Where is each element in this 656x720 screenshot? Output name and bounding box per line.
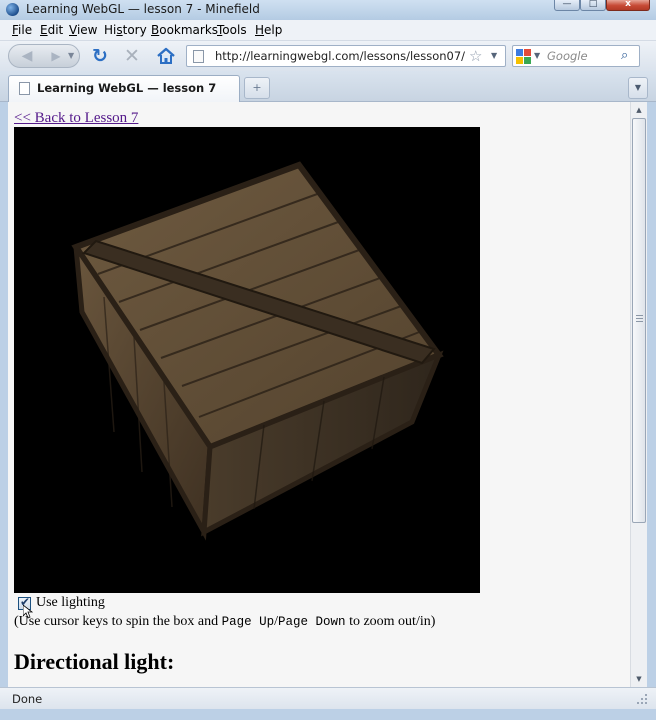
menu-bookmarks[interactable]: Bookmarks bbox=[151, 23, 218, 37]
firefox-globe-icon bbox=[6, 3, 19, 16]
menu-bar: File Edit View History Bookmarks Tools H… bbox=[0, 20, 656, 41]
menu-view[interactable]: View bbox=[69, 23, 97, 37]
title-bar: Learning WebGL — lesson 7 - Minefield — … bbox=[0, 0, 656, 20]
tab-label: Learning WebGL — lesson 7 bbox=[37, 81, 217, 95]
new-tab-button[interactable]: + bbox=[244, 77, 270, 99]
bookmark-star-icon[interactable]: ☆ bbox=[469, 47, 482, 65]
url-bar[interactable]: http://learningwebgl.com/lessons/lesson0… bbox=[186, 45, 506, 67]
history-dropdown-icon[interactable]: ▼ bbox=[68, 47, 78, 65]
search-magnifier-icon[interactable]: ⌕ bbox=[621, 48, 628, 63]
scroll-thumb[interactable] bbox=[632, 118, 646, 523]
vertical-scrollbar[interactable]: ▲ ▼ bbox=[630, 102, 647, 687]
scroll-up-button[interactable]: ▲ bbox=[631, 102, 647, 118]
back-button[interactable]: ◀ bbox=[11, 47, 43, 65]
resize-grip-icon[interactable] bbox=[636, 693, 648, 705]
minimize-button[interactable]: — bbox=[554, 0, 580, 11]
tab-learning-webgl[interactable]: Learning WebGL — lesson 7 bbox=[8, 75, 240, 102]
google-logo-icon bbox=[516, 49, 531, 64]
home-button[interactable] bbox=[156, 46, 176, 66]
navigation-toolbar: ◀ ▶ ▼ ↻ ✕ http://learningwebgl.com/lesso… bbox=[0, 41, 656, 71]
search-bar[interactable]: ▼ Google ⌕ bbox=[512, 45, 640, 67]
url-text[interactable]: http://learningwebgl.com/lessons/lesson0… bbox=[215, 49, 465, 63]
status-bar: Done bbox=[0, 687, 656, 709]
engine-dropdown-icon[interactable]: ▼ bbox=[534, 51, 540, 60]
back-to-lesson-link[interactable]: << Back to Lesson 7 bbox=[14, 110, 138, 127]
reload-button[interactable]: ↻ bbox=[90, 46, 110, 66]
webgl-canvas[interactable] bbox=[14, 127, 480, 593]
stop-button[interactable]: ✕ bbox=[122, 46, 142, 66]
menu-tools[interactable]: Tools bbox=[217, 23, 247, 37]
forward-button[interactable]: ▶ bbox=[45, 47, 67, 65]
url-dropdown-icon[interactable]: ▼ bbox=[491, 51, 497, 60]
status-text: Done bbox=[12, 692, 43, 706]
page-icon bbox=[193, 50, 204, 63]
menu-file[interactable]: File bbox=[12, 23, 32, 37]
controls-instructions: (Use cursor keys to spin the box and Pag… bbox=[14, 614, 436, 629]
page-content: << Back to Lesson 7 ✔ Use lighting (Use … bbox=[8, 102, 630, 687]
menu-edit[interactable]: Edit bbox=[40, 23, 63, 37]
search-input[interactable]: Google bbox=[547, 49, 588, 63]
tab-strip: Learning WebGL — lesson 7 + ▼ bbox=[0, 71, 656, 102]
back-forward-group: ◀ ▶ ▼ bbox=[8, 44, 80, 68]
scroll-down-button[interactable]: ▼ bbox=[631, 671, 647, 687]
use-lighting-label[interactable]: Use lighting bbox=[36, 595, 105, 611]
crate-render bbox=[71, 161, 444, 541]
google-engine-icon[interactable] bbox=[516, 49, 532, 64]
window-title: Learning WebGL — lesson 7 - Minefield bbox=[26, 2, 260, 16]
maximize-button[interactable]: □ bbox=[580, 0, 606, 11]
home-icon bbox=[157, 47, 175, 64]
browser-window: Learning WebGL — lesson 7 - Minefield — … bbox=[0, 0, 656, 720]
close-window-button[interactable]: x bbox=[606, 0, 650, 11]
menu-help[interactable]: Help bbox=[255, 23, 282, 37]
directional-light-heading: Directional light: bbox=[14, 649, 175, 674]
page-icon bbox=[19, 82, 30, 95]
menu-history[interactable]: History bbox=[104, 23, 147, 37]
list-all-tabs-button[interactable]: ▼ bbox=[628, 77, 648, 99]
scroll-grip-icon bbox=[636, 315, 643, 322]
